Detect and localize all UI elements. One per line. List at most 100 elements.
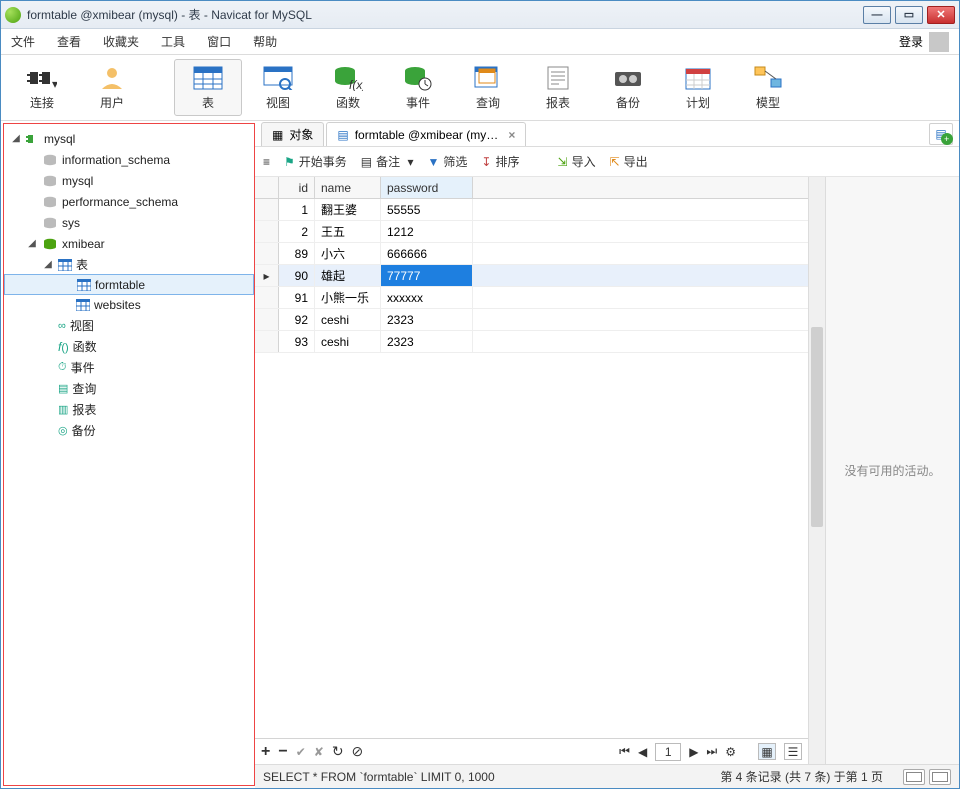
tree-node--[interactable]: ▥报表 (4, 399, 254, 420)
table-row[interactable]: 91 小熊一乐 xxxxxx (255, 287, 808, 309)
event-icon (401, 64, 435, 92)
add-row-button[interactable]: + (261, 743, 270, 761)
table-row[interactable]: 92 ceshi 2323 (255, 309, 808, 331)
delete-row-button[interactable]: − (278, 743, 287, 761)
column-password[interactable]: password (381, 177, 473, 198)
model-icon (751, 64, 785, 92)
tab-objects[interactable]: ▦ 对象 (261, 122, 324, 146)
grid-small-icon: ▦ (272, 128, 283, 142)
toolbar-query[interactable]: 查询 (454, 59, 522, 116)
menu-favorites[interactable]: 收藏夹 (103, 33, 139, 50)
toolbar-event[interactable]: 事件 (384, 59, 452, 116)
grid-body[interactable]: 1 翻王婆 55555 2 王五 1212 89 小六 666666 ▸ 90 … (255, 199, 808, 738)
page-number-input[interactable]: 1 (655, 743, 681, 761)
toolbar-function[interactable]: f(x) 函数 (314, 59, 382, 116)
grid-view-button[interactable]: ▦ (758, 743, 776, 760)
tree-node--[interactable]: ◎备份 (4, 420, 254, 441)
row-indicator (255, 221, 279, 242)
toolbar-schedule[interactable]: 计划 (664, 59, 732, 116)
maximize-button[interactable]: ▭ (895, 6, 923, 24)
table-row[interactable]: 2 王五 1212 (255, 221, 808, 243)
hamburger-icon: ≡ (263, 155, 270, 169)
login-link[interactable]: 登录 (899, 32, 949, 52)
tree-node--[interactable]: ∞视图 (4, 315, 254, 336)
table-row[interactable]: ▸ 90 雄起 77777 (255, 265, 808, 287)
tree-node-mysql[interactable]: ◢mysql (4, 128, 254, 149)
tab-formtable[interactable]: ▤ formtable @xmibear (mysql... × (326, 122, 526, 146)
prev-page-button[interactable]: ◀ (638, 745, 647, 759)
window-title: formtable @xmibear (mysql) - 表 - Navicat… (27, 6, 863, 23)
tree-node--[interactable]: ◢表 (4, 254, 254, 275)
app-icon (5, 7, 21, 23)
row-indicator (255, 331, 279, 352)
tree-node-xmibear[interactable]: ◢xmibear (4, 233, 254, 254)
menu-tools[interactable]: 工具 (161, 33, 185, 50)
column-name[interactable]: name (315, 177, 381, 198)
last-page-button[interactable]: ⏭ (706, 744, 717, 759)
table-row[interactable]: 1 翻王婆 55555 (255, 199, 808, 221)
begin-transaction-button[interactable]: ⚑开始事务 (284, 153, 347, 170)
layout-button-1[interactable] (903, 769, 925, 785)
plug-icon: ▾ (25, 64, 59, 92)
tab-close-icon[interactable]: × (508, 128, 515, 142)
first-page-button[interactable]: ⏮ (619, 744, 630, 759)
export-button[interactable]: ⇱导出 (610, 153, 648, 170)
tree-node-information_schema[interactable]: information_schema (4, 149, 254, 170)
table-row[interactable]: 89 小六 666666 (255, 243, 808, 265)
tree-node-sys[interactable]: sys (4, 212, 254, 233)
titlebar: formtable @xmibear (mysql) - 表 - Navicat… (1, 1, 959, 29)
cancel-edit-button[interactable]: ✘ (314, 745, 324, 759)
svg-text:▾: ▾ (52, 77, 57, 90)
note-icon: ▤ (361, 155, 372, 169)
activity-scrollbar[interactable] (808, 177, 825, 764)
menu-toggle-button[interactable]: ≡ (263, 155, 270, 169)
export-icon: ⇱ (610, 155, 620, 169)
toolbar-report[interactable]: 报表 (524, 59, 592, 116)
backup-icon (611, 64, 645, 92)
stop-button[interactable]: ⊘ (352, 743, 364, 760)
import-button[interactable]: ⇲导入 (558, 153, 596, 170)
memo-button[interactable]: ▤备注 ▾ (361, 153, 414, 170)
row-indicator (255, 243, 279, 264)
toolbar-table[interactable]: 表 (174, 59, 242, 116)
tree-node-websites[interactable]: websites (4, 294, 254, 315)
status-query: SELECT * FROM `formtable` LIMIT 0, 1000 (263, 770, 495, 784)
report-icon (541, 64, 575, 92)
tree-node--[interactable]: ▤查询 (4, 378, 254, 399)
tree-node-performance_schema[interactable]: performance_schema (4, 191, 254, 212)
toolbar-model[interactable]: 模型 (734, 59, 802, 116)
schedule-icon (681, 64, 715, 92)
tree-node-mysql[interactable]: mysql (4, 170, 254, 191)
sort-button[interactable]: ↧排序 (481, 153, 519, 170)
column-id[interactable]: id (279, 177, 315, 198)
table-small-icon: ▤ (337, 128, 348, 142)
menu-file[interactable]: 文件 (11, 33, 35, 50)
tree-node-formtable[interactable]: formtable (4, 274, 254, 295)
refresh-button[interactable]: ↻ (332, 743, 344, 760)
close-button[interactable]: ✕ (927, 6, 955, 24)
row-indicator (255, 309, 279, 330)
apply-button[interactable]: ✔ (296, 745, 306, 759)
layout-button-2[interactable] (929, 769, 951, 785)
import-icon: ⇲ (558, 155, 568, 169)
toolbar-backup[interactable]: 备份 (594, 59, 662, 116)
tree-node--[interactable]: f()函数 (4, 336, 254, 357)
toolbar-view[interactable]: 视图 (244, 59, 312, 116)
minimize-button[interactable]: — (863, 6, 891, 24)
form-view-button[interactable]: ☰ (784, 743, 802, 760)
grid-settings-button[interactable]: ⚙ (725, 745, 736, 759)
menu-view[interactable]: 查看 (57, 33, 81, 50)
menu-help[interactable]: 帮助 (253, 33, 277, 50)
avatar-icon (929, 32, 949, 52)
row-header-corner (255, 177, 279, 198)
next-page-button[interactable]: ▶ (689, 745, 698, 759)
object-tree[interactable]: ◢mysqlinformation_schemamysqlperformance… (3, 123, 255, 786)
user-icon (95, 64, 129, 92)
table-row[interactable]: 93 ceshi 2323 (255, 331, 808, 353)
tree-node--[interactable]: ⏱事件 (4, 357, 254, 378)
toolbar-user[interactable]: 用户 (78, 59, 146, 116)
toolbar-connect[interactable]: ▾ 连接 (8, 59, 76, 116)
menu-window[interactable]: 窗口 (207, 33, 231, 50)
new-tab-button[interactable]: ▤+ (929, 123, 953, 145)
filter-button[interactable]: ▼筛选 (428, 153, 468, 170)
